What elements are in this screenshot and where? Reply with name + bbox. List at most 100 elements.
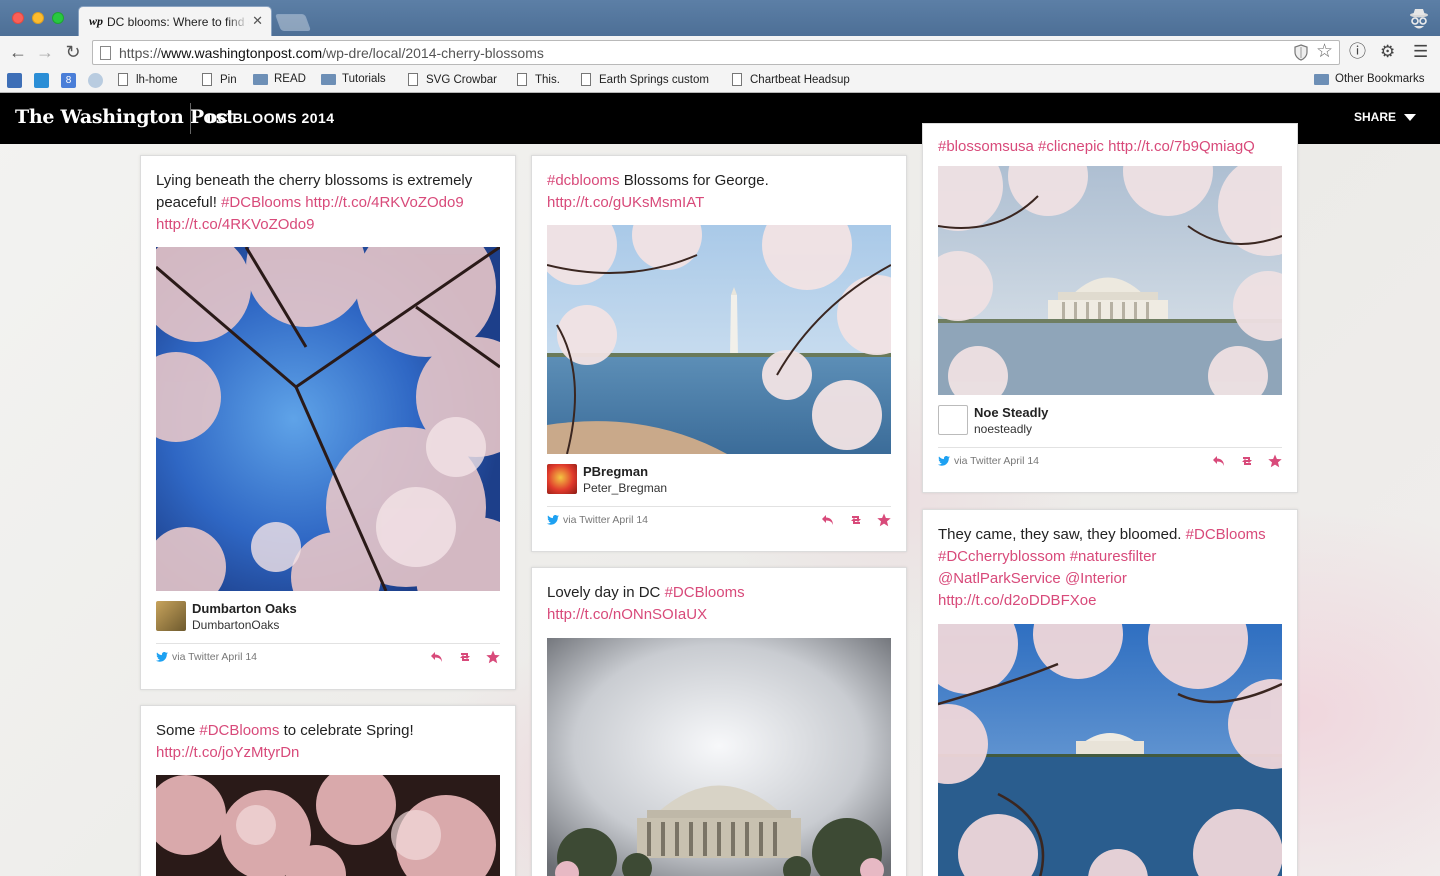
tweet-link[interactable]: http://t.co/4RKVoZOdo9 [305, 194, 463, 211]
hashtag-link[interactable]: #DCBlooms [199, 722, 279, 739]
mail-bookmark-icon[interactable] [7, 73, 22, 88]
chevron-down-icon [1404, 113, 1416, 121]
author-name[interactable]: PBregman [583, 464, 648, 479]
avatar[interactable] [547, 464, 577, 494]
hashtag-link[interactable]: #DCBlooms [221, 194, 301, 211]
hashtag-link[interactable]: #naturesfilter [1070, 548, 1157, 565]
tweet-actions [430, 650, 500, 664]
tweet-card: Lying beneath the cherry blossoms is ext… [140, 155, 516, 690]
divider [547, 506, 891, 507]
bookmark-item[interactable]: Earth Springs custom [581, 73, 714, 86]
hashtag-link[interactable]: #dcblooms [547, 172, 620, 189]
browser-tab-active[interactable]: wp DC blooms: Where to find cherry bloss… [78, 6, 272, 36]
tweet-link[interactable]: #blossomsusa #clicnepic http://t.co/7b9Q… [938, 138, 1255, 155]
tweet-card: Some #DCBlooms to celebrate Spring! http… [140, 705, 516, 876]
wp-logo[interactable]: The Washington Post [15, 106, 235, 128]
bookmarks-bar: 8 lh-home Pin READ Tutorials SVG Crowbar… [0, 69, 1440, 93]
tweet-source: via Twitter April 14 [156, 651, 257, 663]
hashtag-link[interactable]: #DCcherryblossom [938, 548, 1066, 565]
author-handle[interactable]: Peter_Bregman [583, 481, 667, 495]
reply-icon[interactable] [821, 513, 835, 527]
tweet-text: Lying beneath the cherry blossoms is ext… [156, 172, 473, 233]
settings-icon[interactable]: ⚙ [1380, 42, 1395, 62]
hashtag-link[interactable]: #DCBlooms [1186, 526, 1266, 543]
tweet-text: #blossomsusa #clicnepic http://t.co/7b9Q… [938, 136, 1282, 158]
avatar[interactable] [938, 405, 968, 435]
retweet-icon[interactable] [458, 650, 472, 664]
divider [938, 447, 1282, 448]
author-handle[interactable]: DumbartonOaks [192, 618, 279, 632]
tweet-text: Some #DCBlooms to celebrate Spring! http… [156, 722, 414, 761]
page-content: The Washington Post DC BLOOMS 2014 SHARE… [0, 93, 1440, 876]
tweet-photo[interactable] [547, 638, 891, 876]
tweet-link[interactable]: http://t.co/nONnSOIaUX [547, 606, 707, 623]
tweet-photo[interactable] [156, 775, 500, 876]
tweet-text: They came, they saw, they bloomed. #DCBl… [938, 526, 1266, 609]
address-bar[interactable]: https://www.washingtonpost.com/wp-dre/lo… [92, 40, 1340, 65]
shield-icon[interactable] [1293, 44, 1309, 61]
tweet-link[interactable]: http://t.co/gUKsMsmIAT [547, 194, 704, 211]
bookmark-folder[interactable]: Tutorials [321, 73, 386, 85]
calendar-bookmark-icon[interactable]: 8 [61, 73, 76, 88]
tweet-photo[interactable] [156, 247, 500, 591]
bookmark-item[interactable]: Pin [202, 73, 237, 86]
new-tab-button[interactable] [274, 14, 312, 31]
tweet-link[interactable]: http://t.co/d2oDDBFXoe [938, 592, 1096, 609]
tweet-card: #dcblooms Blossoms for George. http://t.… [531, 155, 907, 552]
twitter-icon [938, 456, 950, 466]
reload-icon[interactable]: ↻ [63, 42, 83, 62]
twitter-icon [156, 652, 168, 662]
zoom-window-button[interactable] [52, 12, 64, 24]
bookmark-item[interactable]: Chartbeat Headsup [732, 73, 850, 86]
reply-icon[interactable] [430, 650, 444, 664]
favorite-icon[interactable] [1268, 454, 1282, 468]
author-name[interactable]: Dumbarton Oaks [192, 601, 297, 616]
minimize-window-button[interactable] [32, 12, 44, 24]
url-text: https://www.washingtonpost.com/wp-dre/lo… [119, 45, 544, 61]
reply-icon[interactable] [1212, 454, 1226, 468]
other-bookmarks-folder[interactable]: Other Bookmarks [1314, 73, 1424, 85]
star-icon[interactable]: ☆ [1316, 41, 1333, 63]
section-title[interactable]: DC BLOOMS 2014 [207, 110, 335, 126]
bookmark-item[interactable]: SVG Crowbar [408, 73, 497, 86]
favorite-icon[interactable] [486, 650, 500, 664]
tweet-card: They came, they saw, they bloomed. #DCBl… [922, 509, 1298, 876]
tweet-author: PBregman Peter_Bregman [547, 464, 891, 496]
retweet-icon[interactable] [1240, 454, 1254, 468]
tweet-photo[interactable] [938, 166, 1282, 395]
tweet-actions [821, 513, 891, 527]
bookmark-item[interactable]: This. [517, 73, 560, 86]
tweet-photo[interactable] [547, 225, 891, 454]
mention-link[interactable]: @NatlParkService [938, 570, 1061, 587]
tweet-card: #blossomsusa #clicnepic http://t.co/7b9Q… [922, 123, 1298, 493]
tweet-author: Dumbarton Oaks DumbartonOaks [156, 601, 500, 633]
tweet-source: via Twitter April 14 [938, 455, 1039, 467]
back-icon[interactable]: ← [8, 42, 28, 62]
author-handle[interactable]: noesteadly [974, 422, 1032, 436]
favorite-icon[interactable] [877, 513, 891, 527]
gear-bookmark-icon[interactable] [88, 73, 103, 88]
tab-close-icon[interactable]: ✕ [252, 13, 263, 29]
bookmark-folder[interactable]: READ [253, 73, 306, 85]
avatar[interactable] [156, 601, 186, 631]
forward-icon[interactable]: → [35, 42, 55, 62]
incognito-icon [1410, 9, 1428, 29]
browser-toolbar: ← → ↻ https://www.washingtonpost.com/wp-… [0, 36, 1440, 69]
hashtag-link[interactable]: #DCBlooms [665, 584, 745, 601]
info-icon[interactable]: ⓘ [1349, 42, 1366, 62]
tweet-photo[interactable] [938, 624, 1282, 876]
retweet-icon[interactable] [849, 513, 863, 527]
close-window-button[interactable] [12, 12, 24, 24]
menu-icon[interactable]: ☰ [1413, 42, 1428, 62]
mention-link[interactable]: @Interior [1065, 570, 1127, 587]
tweet-link[interactable]: http://t.co/4RKVoZOdo9 [156, 216, 314, 233]
bookmark-item[interactable]: lh-home [118, 73, 178, 86]
tweet-author: Noe Steadly noesteadly [938, 405, 1282, 437]
check-bookmark-icon[interactable] [34, 73, 49, 88]
header-divider [190, 103, 191, 134]
tweet-card: Lovely day in DC #DCBlooms http://t.co/n… [531, 567, 907, 876]
tweet-link[interactable]: http://t.co/joYzMtyrDn [156, 744, 299, 761]
share-button[interactable]: SHARE [1354, 110, 1416, 124]
author-name[interactable]: Noe Steadly [974, 405, 1048, 420]
wp-favicon-icon: wp [89, 14, 104, 28]
